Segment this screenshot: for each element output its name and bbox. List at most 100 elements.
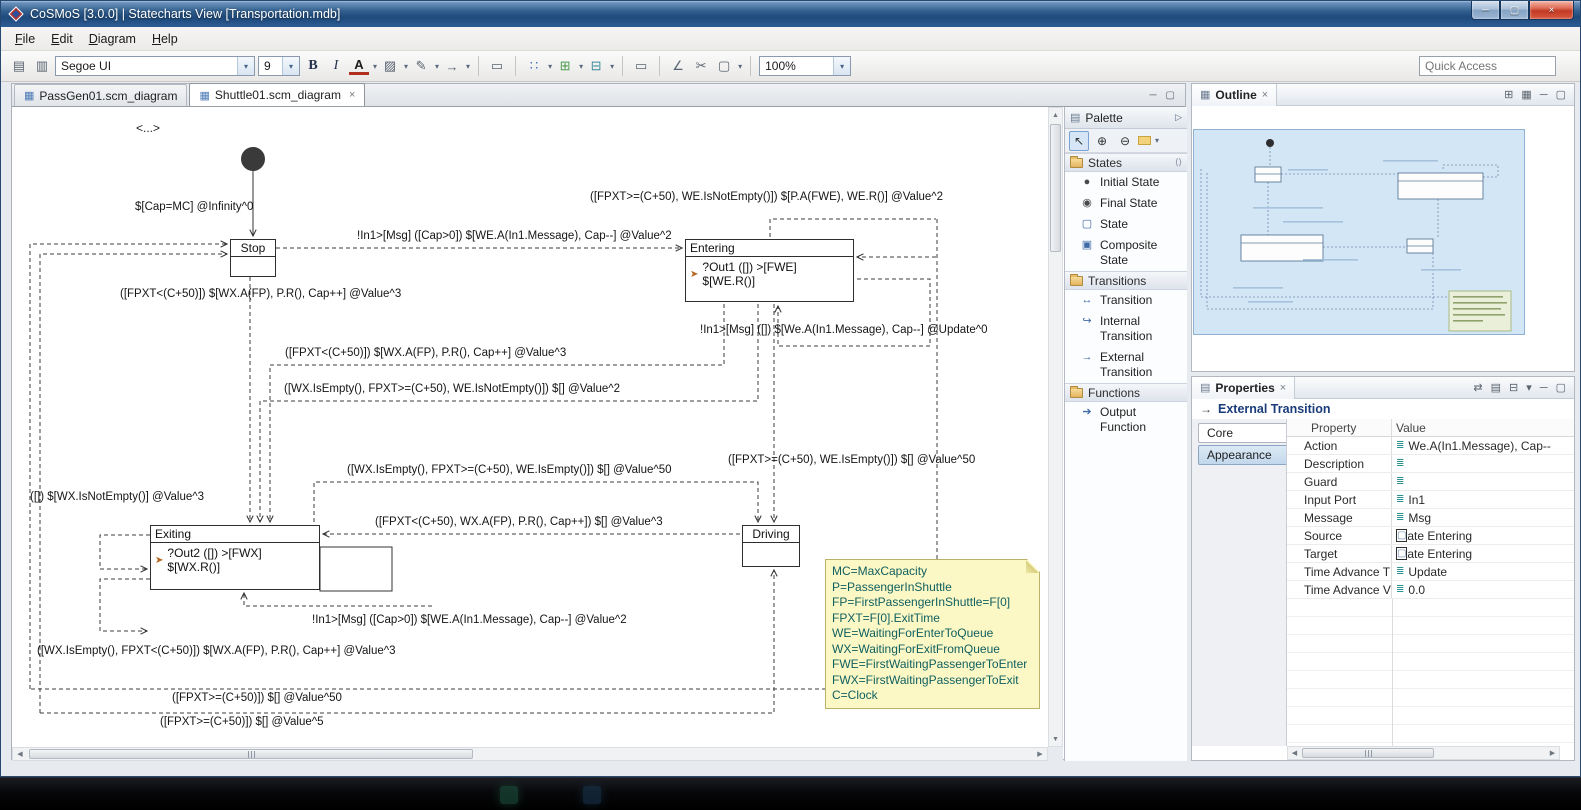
border-style-icon[interactable]: ▢	[714, 55, 734, 77]
outline-thumbnail[interactable]	[1193, 129, 1525, 335]
transition-path[interactable]	[99, 534, 150, 569]
transition-path[interactable]	[260, 304, 759, 522]
font-color-caret-icon[interactable]: ▾	[373, 62, 377, 71]
fill-color-icon[interactable]: ▨	[380, 55, 400, 77]
close-button[interactable]: ×	[1529, 1, 1574, 20]
italic-button[interactable]: I	[326, 55, 346, 77]
properties-close-icon[interactable]: ×	[1280, 382, 1286, 394]
transition-label[interactable]: !In1>[Msg] ([]) $[We.A(In1.Message), Cap…	[700, 324, 988, 336]
section-pin-icon[interactable]: ⟨⟩	[1175, 157, 1182, 168]
arrange-caret-icon[interactable]: ▾	[579, 62, 583, 71]
table-layout-icon[interactable]: ▤	[1491, 381, 1501, 394]
state-driving[interactable]: Driving	[742, 525, 800, 567]
arrow-style-icon[interactable]: →	[442, 55, 462, 77]
canvas-vertical-scrollbar[interactable]: ▲ ▼	[1048, 107, 1063, 747]
palette-header[interactable]: ▤ Palette ▷	[1065, 107, 1187, 129]
transition-label[interactable]: !In1>[Msg] ([Cap>0]) $[WE.A(In1.Message)…	[312, 614, 627, 626]
properties-maximize-icon[interactable]: ▢	[1556, 381, 1566, 394]
transition-label[interactable]: !In1>[Msg] ([Cap>0]) $[WE.A(In1.Message)…	[357, 230, 672, 242]
tab-passgen01[interactable]: ▦ PassGen01.scm_diagram	[14, 84, 188, 106]
font-family-combo[interactable]: Segoe UI ▾	[55, 56, 255, 76]
state-exiting[interactable]: Exiting ➤ ?Out2 ([]) >[FWX] $[WX.R()]	[150, 525, 320, 590]
scroll-thumb[interactable]	[1050, 124, 1061, 252]
scroll-left-icon[interactable]: ◀	[13, 748, 27, 760]
transition-label[interactable]: ([FPXT>=(C+50)]) $[] @Value^50	[172, 692, 342, 704]
maximize-button[interactable]: ▢	[1500, 1, 1529, 20]
table-row[interactable]: Guard ≣	[1287, 473, 1574, 491]
state-entering[interactable]: Entering ➤ ?Out1 ([]) >[FWE] $[WE.R()]	[685, 239, 854, 302]
copy-appearance-icon[interactable]: ▭	[487, 55, 507, 77]
bold-button[interactable]: B	[303, 55, 323, 77]
canvas-horizontal-scrollbar[interactable]: ◀ ▶	[12, 747, 1048, 761]
scroll-right-icon[interactable]: ▶	[1033, 748, 1047, 760]
arrange-icon[interactable]: ⊞	[555, 55, 575, 77]
zoom-combo[interactable]: 100% ▾	[759, 56, 852, 76]
transition-label[interactable]: ([]) $[WX.IsNotEmpty()] @Value^3	[30, 491, 204, 503]
scroll-right-icon[interactable]: ▶	[1546, 747, 1559, 759]
taskbar[interactable]	[0, 777, 1581, 810]
sync-icon[interactable]: ⇄	[1473, 381, 1482, 394]
table-row[interactable]: Description ≣	[1287, 455, 1574, 473]
view-menu-icon[interactable]: ▾	[1526, 381, 1532, 394]
tab-shuttle01[interactable]: ▦ Shuttle01.scm_diagram ×	[189, 83, 366, 106]
layout-icon[interactable]: ▭	[631, 55, 651, 77]
quick-access-input[interactable]	[1419, 56, 1556, 76]
tab-close-icon[interactable]: ×	[349, 89, 355, 101]
scroll-thumb[interactable]	[1302, 748, 1434, 758]
transition-path[interactable]	[29, 244, 227, 689]
palette-section-transitions[interactable]: Transitions	[1065, 271, 1187, 290]
select-tool-caret-icon[interactable]: ▾	[548, 62, 552, 71]
properties-tab[interactable]: ▤ Properties ×	[1192, 376, 1296, 399]
transition-label[interactable]: ([FPXT<(C+50), WX.A(FP), P.R(), Cap++]) …	[375, 516, 663, 528]
line-style-icon[interactable]: ∠	[668, 55, 688, 77]
properties-minimize-icon[interactable]: ─	[1540, 382, 1548, 394]
collapse-all-icon[interactable]: ⊟	[1509, 381, 1518, 394]
marquee-tool-icon[interactable]	[1138, 136, 1151, 145]
border-style-caret-icon[interactable]: ▾	[738, 62, 742, 71]
transition-label[interactable]: ([WX.IsEmpty(), FPXT<(C+50)]) $[WX.A(FP)…	[37, 645, 396, 657]
line-color-icon[interactable]: ✎	[411, 55, 431, 77]
tab-core[interactable]: Core	[1198, 423, 1286, 443]
palette-item-state[interactable]: ▢ State	[1065, 214, 1187, 235]
transition-label[interactable]: ([FPXT>=(C+50)]) $[] @Value^5	[160, 716, 324, 728]
palette-item-final-state[interactable]: ◉ Final State	[1065, 193, 1187, 214]
menu-file[interactable]: File	[7, 28, 43, 50]
save-icon[interactable]: ▤	[9, 55, 29, 77]
transition-path[interactable]	[769, 218, 936, 237]
zoom-out-tool[interactable]: ⊖	[1115, 131, 1135, 151]
menu-help[interactable]: Help	[144, 28, 186, 50]
table-row[interactable]: Time Advance V ≣ 0.0	[1287, 581, 1574, 599]
transition-label[interactable]: ([FPXT>=(C+50), WE.IsEmpty()]) $[] @Valu…	[728, 454, 975, 466]
table-row[interactable]: Time Advance T ≣ Update	[1287, 563, 1574, 581]
transition-path[interactable]	[40, 570, 774, 714]
outline-tree-icon[interactable]: ⊞	[1504, 88, 1513, 101]
taskbar-item[interactable]	[500, 786, 518, 804]
outline-close-icon[interactable]: ×	[1262, 89, 1268, 101]
minimize-button[interactable]: ─	[1471, 1, 1500, 20]
transition-path[interactable]	[244, 593, 432, 607]
palette-section-states[interactable]: States ⟨⟩	[1065, 153, 1187, 172]
taskbar-item[interactable]	[583, 786, 601, 804]
marquee-caret-icon[interactable]: ▾	[1155, 136, 1159, 145]
fill-color-caret-icon[interactable]: ▾	[404, 62, 408, 71]
table-row[interactable]: Input Port ≣ In1	[1287, 491, 1574, 509]
menu-diagram[interactable]: Diagram	[81, 28, 144, 50]
initial-state-node[interactable]	[241, 147, 265, 171]
print-icon[interactable]: ▥	[32, 55, 52, 77]
tab-appearance[interactable]: Appearance	[1198, 445, 1286, 465]
table-row[interactable]: Source ▢ State Entering	[1287, 527, 1574, 545]
table-row[interactable]: Message ≣ Msg	[1287, 509, 1574, 527]
palette-section-functions[interactable]: Functions	[1065, 383, 1187, 402]
legend-note[interactable]: MC=MaxCapacity P=PassengerInShuttle FP=F…	[825, 559, 1040, 709]
transition-label[interactable]: ([FPXT<(C+50)]) $[WX.A(FP), P.R(), Cap++…	[285, 347, 566, 359]
transition-label[interactable]: $[Cap=MC] @Infinity^0	[135, 201, 253, 213]
table-row[interactable]: Target ▢ State Entering	[1287, 545, 1574, 563]
scroll-thumb[interactable]	[29, 749, 473, 759]
outline-tab[interactable]: ▦ Outline ×	[1192, 83, 1278, 106]
font-size-combo[interactable]: 9 ▾	[258, 56, 300, 76]
editor-minimize-icon[interactable]: ─	[1149, 90, 1156, 101]
font-color-button[interactable]: A	[349, 57, 369, 75]
palette-item-composite-state[interactable]: ▣ Composite State	[1065, 235, 1187, 271]
align-caret-icon[interactable]: ▾	[610, 62, 614, 71]
outline-overview-icon[interactable]: ▦	[1521, 88, 1531, 101]
